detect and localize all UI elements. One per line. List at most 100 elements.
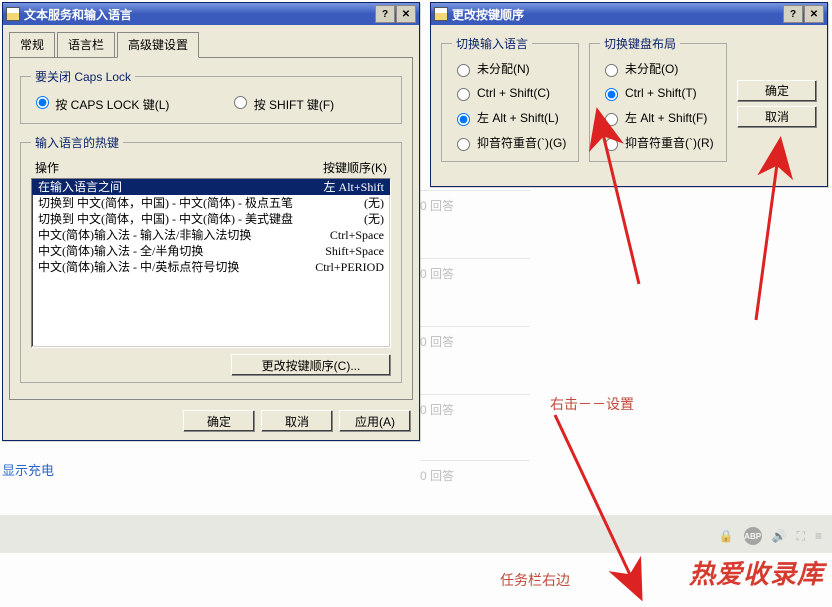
window-icon [6,7,20,21]
answer-count: 0 [420,469,427,483]
footer-icons: 🔒 ABP 🔊 ⛶ ≡ [719,527,822,545]
radio-input[interactable] [457,113,470,126]
dialog-body: 切换输入语言 未分配(N) Ctrl + Shift(C) 左 Alt + Shif… [431,25,827,186]
radio-label: 左 Alt + Shift(F) [625,109,707,126]
answer-strip: 0 回答 [420,326,530,350]
close-button[interactable]: ✕ [804,5,824,23]
lock-icon: 🔒 [719,529,734,543]
help-button[interactable]: ? [783,5,803,23]
answer-label: 回答 [430,199,454,213]
radio-label: 抑音符重音(`)(G) [477,134,566,151]
list-item[interactable]: 在输入语言之间左 Alt+Shift [32,179,390,195]
radio-shift-key[interactable]: 按 SHIFT 键(F) [229,93,334,113]
tab-advanced-key-settings[interactable]: 高级键设置 [117,32,199,58]
hotkey-list[interactable]: 在输入语言之间左 Alt+Shift切换到 中文(简体，中国) - 中文(简体)… [31,178,391,348]
answer-count: 0 [420,335,427,349]
list-item-action: 中文(简体)输入法 - 输入法/非输入法切换 [38,227,251,243]
window-title: 文本服务和输入语言 [24,6,375,23]
answer-strip: 0 回答 [420,258,530,282]
help-button[interactable]: ? [375,5,395,23]
fieldset-legend: 切换键盘布局 [600,35,680,52]
window-title: 更改按键顺序 [452,6,783,23]
fieldset-caps-lock: 要关闭 Caps Lock 按 CAPS LOCK 键(L) 按 SHIFT 键… [20,68,402,124]
list-item[interactable]: 中文(简体)输入法 - 输入法/非输入法切换 Ctrl+Space [32,227,390,243]
fieldset-legend: 要关闭 Caps Lock [31,68,135,85]
menu-icon: ≡ [815,529,822,543]
titlebar[interactable]: 更改按键顺序 ? ✕ [431,3,827,25]
dialog-buttons: 确定 取消 [737,35,817,172]
answer-strip: 0 回答 [420,394,530,418]
radio-option[interactable]: 左 Alt + Shift(L) [452,109,568,126]
window-icon [434,7,448,21]
list-item-key: Ctrl+PERIOD [315,259,384,275]
list-item-action: 切换到 中文(简体，中国) - 中文(简体) - 美式键盘 [38,211,293,227]
list-item-key: (无) [364,211,384,227]
footer-strip [0,515,832,553]
col-action: 操作 [35,159,59,176]
note-right-click-settings: 右击－－设置 [550,394,634,414]
fieldset-switch-keyboard-layout: 切换键盘布局 未分配(O) Ctrl + Shift(T) 左 Alt + Shif… [589,35,727,162]
radio-option[interactable]: Ctrl + Shift(C) [452,85,568,101]
radio-option[interactable]: 左 Alt + Shift(F) [600,109,716,126]
col-key-sequence: 按键顺序(K) [323,159,387,176]
radio-input[interactable] [457,88,470,101]
tab-panel-advanced: 要关闭 Caps Lock 按 CAPS LOCK 键(L) 按 SHIFT 键… [9,57,413,400]
radio-input[interactable] [605,138,618,151]
titlebar[interactable]: 文本服务和输入语言 ? ✕ [3,3,419,25]
ok-button[interactable]: 确定 [183,410,255,432]
tab-general[interactable]: 常规 [9,32,55,58]
fieldset-legend: 切换输入语言 [452,35,532,52]
radio-input[interactable] [605,64,618,77]
radio-option[interactable]: 未分配(N) [452,60,568,77]
radio-label: 未分配(N) [477,60,530,77]
radio-input[interactable] [457,138,470,151]
radio-option[interactable]: 抑音符重音(`)(R) [600,134,716,151]
dialog-buttons: 确定 取消 应用(A) [3,406,419,440]
radio-input[interactable] [605,88,618,101]
radio-caps-lock-key[interactable]: 按 CAPS LOCK 键(L) [31,93,169,113]
radio-label: 抑音符重音(`)(R) [625,134,714,151]
radio-input[interactable] [36,96,49,109]
list-item[interactable]: 切换到 中文(简体，中国) - 中文(简体) - 美式键盘 (无) [32,211,390,227]
list-item-key: Ctrl+Space [330,227,384,243]
answer-count: 0 [420,199,427,213]
close-button[interactable]: ✕ [396,5,416,23]
window-text-services: 文本服务和输入语言 ? ✕ 常规 语言栏 高级键设置 要关闭 Caps Lock… [2,2,420,441]
apply-button[interactable]: 应用(A) [339,410,411,432]
radio-option[interactable]: 抑音符重音(`)(G) [452,134,568,151]
cancel-button[interactable]: 取消 [261,410,333,432]
list-item[interactable]: 切换到 中文(简体，中国) - 中文(简体) - 极点五笔 (无) [32,195,390,211]
list-item-action: 切换到 中文(简体，中国) - 中文(简体) - 极点五笔 [38,195,293,211]
fieldset-hotkeys: 输入语言的热键 操作 按键顺序(K) 在输入语言之间左 Alt+Shift切换到… [20,134,402,383]
change-key-sequence-button[interactable]: 更改按键顺序(C)... [231,354,391,376]
ok-button[interactable]: 确定 [737,80,817,102]
radio-label: 按 CAPS LOCK 键(L) [55,98,169,112]
answer-label: 回答 [430,335,454,349]
radio-option[interactable]: 未分配(O) [600,60,716,77]
fieldset-switch-input-language: 切换输入语言 未分配(N) Ctrl + Shift(C) 左 Alt + Shif… [441,35,579,162]
volume-icon: 🔊 [772,529,787,543]
tab-language-bar[interactable]: 语言栏 [57,32,115,58]
radio-input[interactable] [605,113,618,126]
radio-label: 按 SHIFT 键(F) [254,98,334,112]
radio-label: 未分配(O) [625,60,678,77]
answer-label: 回答 [430,267,454,281]
answer-strip: 0 回答 [420,190,530,214]
list-item-key: (无) [364,195,384,211]
link-show-charge[interactable]: 显示充电 [2,460,54,479]
radio-group: 未分配(O) Ctrl + Shift(T) 左 Alt + Shift(F) 抑音符… [600,60,716,151]
stop-icon: ABP [744,527,762,545]
radio-option[interactable]: Ctrl + Shift(T) [600,85,716,101]
radio-group: 未分配(N) Ctrl + Shift(C) 左 Alt + Shift(L) 抑音符… [452,60,568,151]
radio-label: Ctrl + Shift(C) [477,86,550,100]
radio-input[interactable] [457,64,470,77]
radio-label: Ctrl + Shift(T) [625,86,697,100]
list-item[interactable]: 中文(简体)输入法 - 全/半角切换Shift+Space [32,243,390,259]
answer-strip: 0 回答 [420,460,530,484]
cancel-button[interactable]: 取消 [737,106,817,128]
answer-label: 回答 [430,469,454,483]
radio-input[interactable] [234,96,247,109]
list-header: 操作 按键顺序(K) [31,159,391,178]
list-item[interactable]: 中文(简体)输入法 - 中/英标点符号切换 Ctrl+PERIOD [32,259,390,275]
list-item-action: 中文(简体)输入法 - 中/英标点符号切换 [38,259,239,275]
